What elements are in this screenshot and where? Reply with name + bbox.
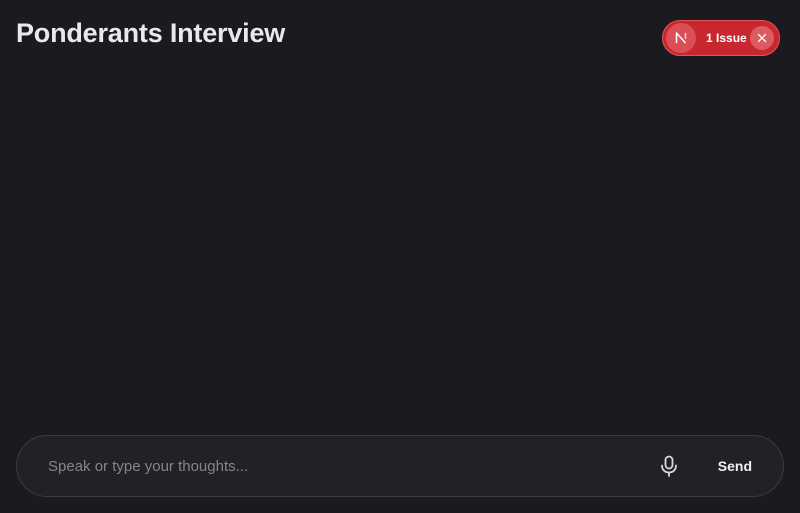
send-button[interactable]: Send [709, 452, 761, 480]
message-composer: Send [16, 435, 784, 497]
thoughts-input[interactable] [46, 445, 655, 487]
issues-indicator[interactable]: 1 Issue [662, 20, 780, 56]
interview-page: Ponderants Interview 1 Issue Send [0, 0, 800, 513]
microphone-icon[interactable] [655, 452, 683, 480]
issue-count-label[interactable]: 1 Issue [706, 31, 747, 45]
close-icon[interactable] [750, 26, 774, 50]
next-logo-icon[interactable] [666, 23, 696, 53]
page-title: Ponderants Interview [16, 18, 286, 48]
